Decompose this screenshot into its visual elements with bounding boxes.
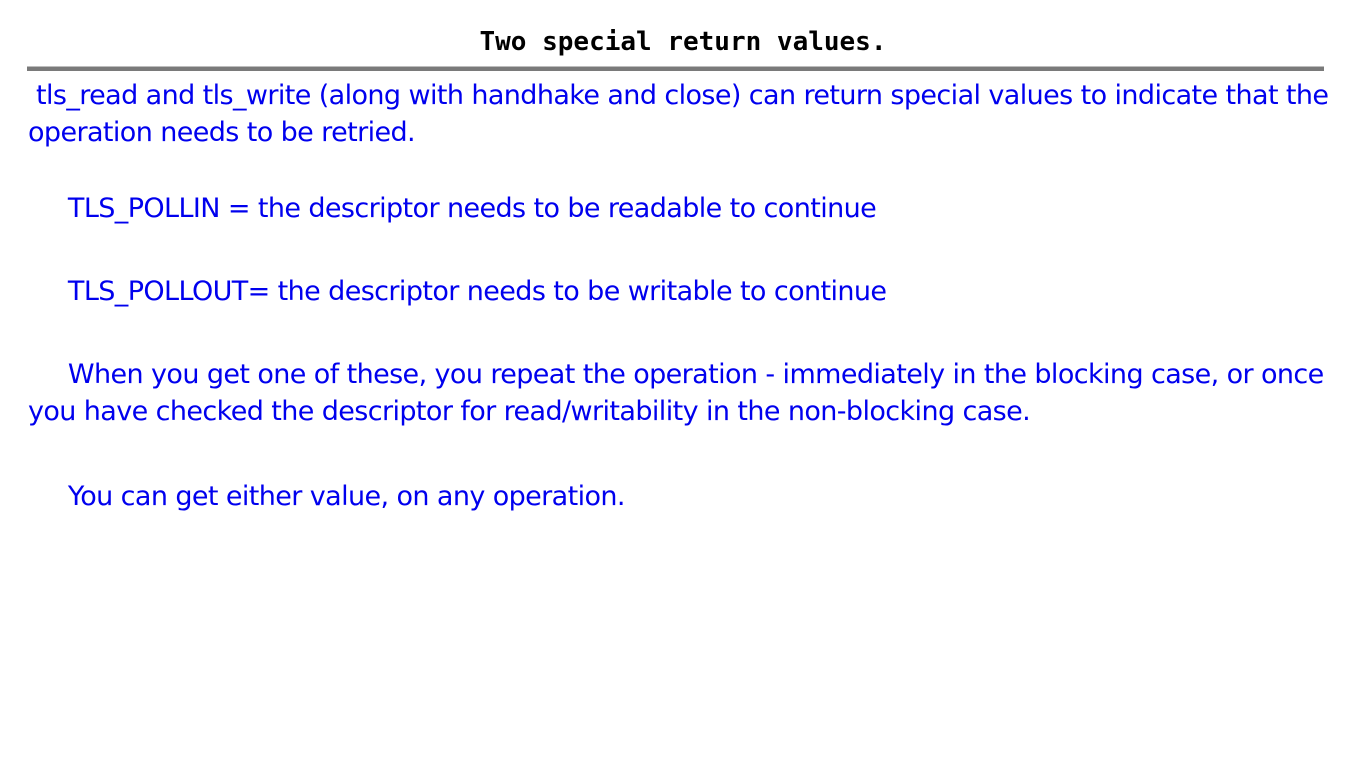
paragraph-repeat-operation: When you get one of these, you repeat th… [28, 359, 1332, 427]
paragraph-tls-pollout: TLS_POLLOUT= the descriptor needs to be … [28, 276, 887, 307]
paragraph-intro: tls_read and tls_write (along with handh… [28, 80, 1337, 148]
title-divider [27, 66, 1324, 71]
slide: Two special return values. tls_read and … [0, 0, 1366, 768]
slide-title: Two special return values. [479, 27, 887, 57]
paragraph-either-value: You can get either value, on any operati… [28, 481, 626, 512]
paragraph-tls-pollin: TLS_POLLIN = the descriptor needs to be … [28, 193, 877, 224]
